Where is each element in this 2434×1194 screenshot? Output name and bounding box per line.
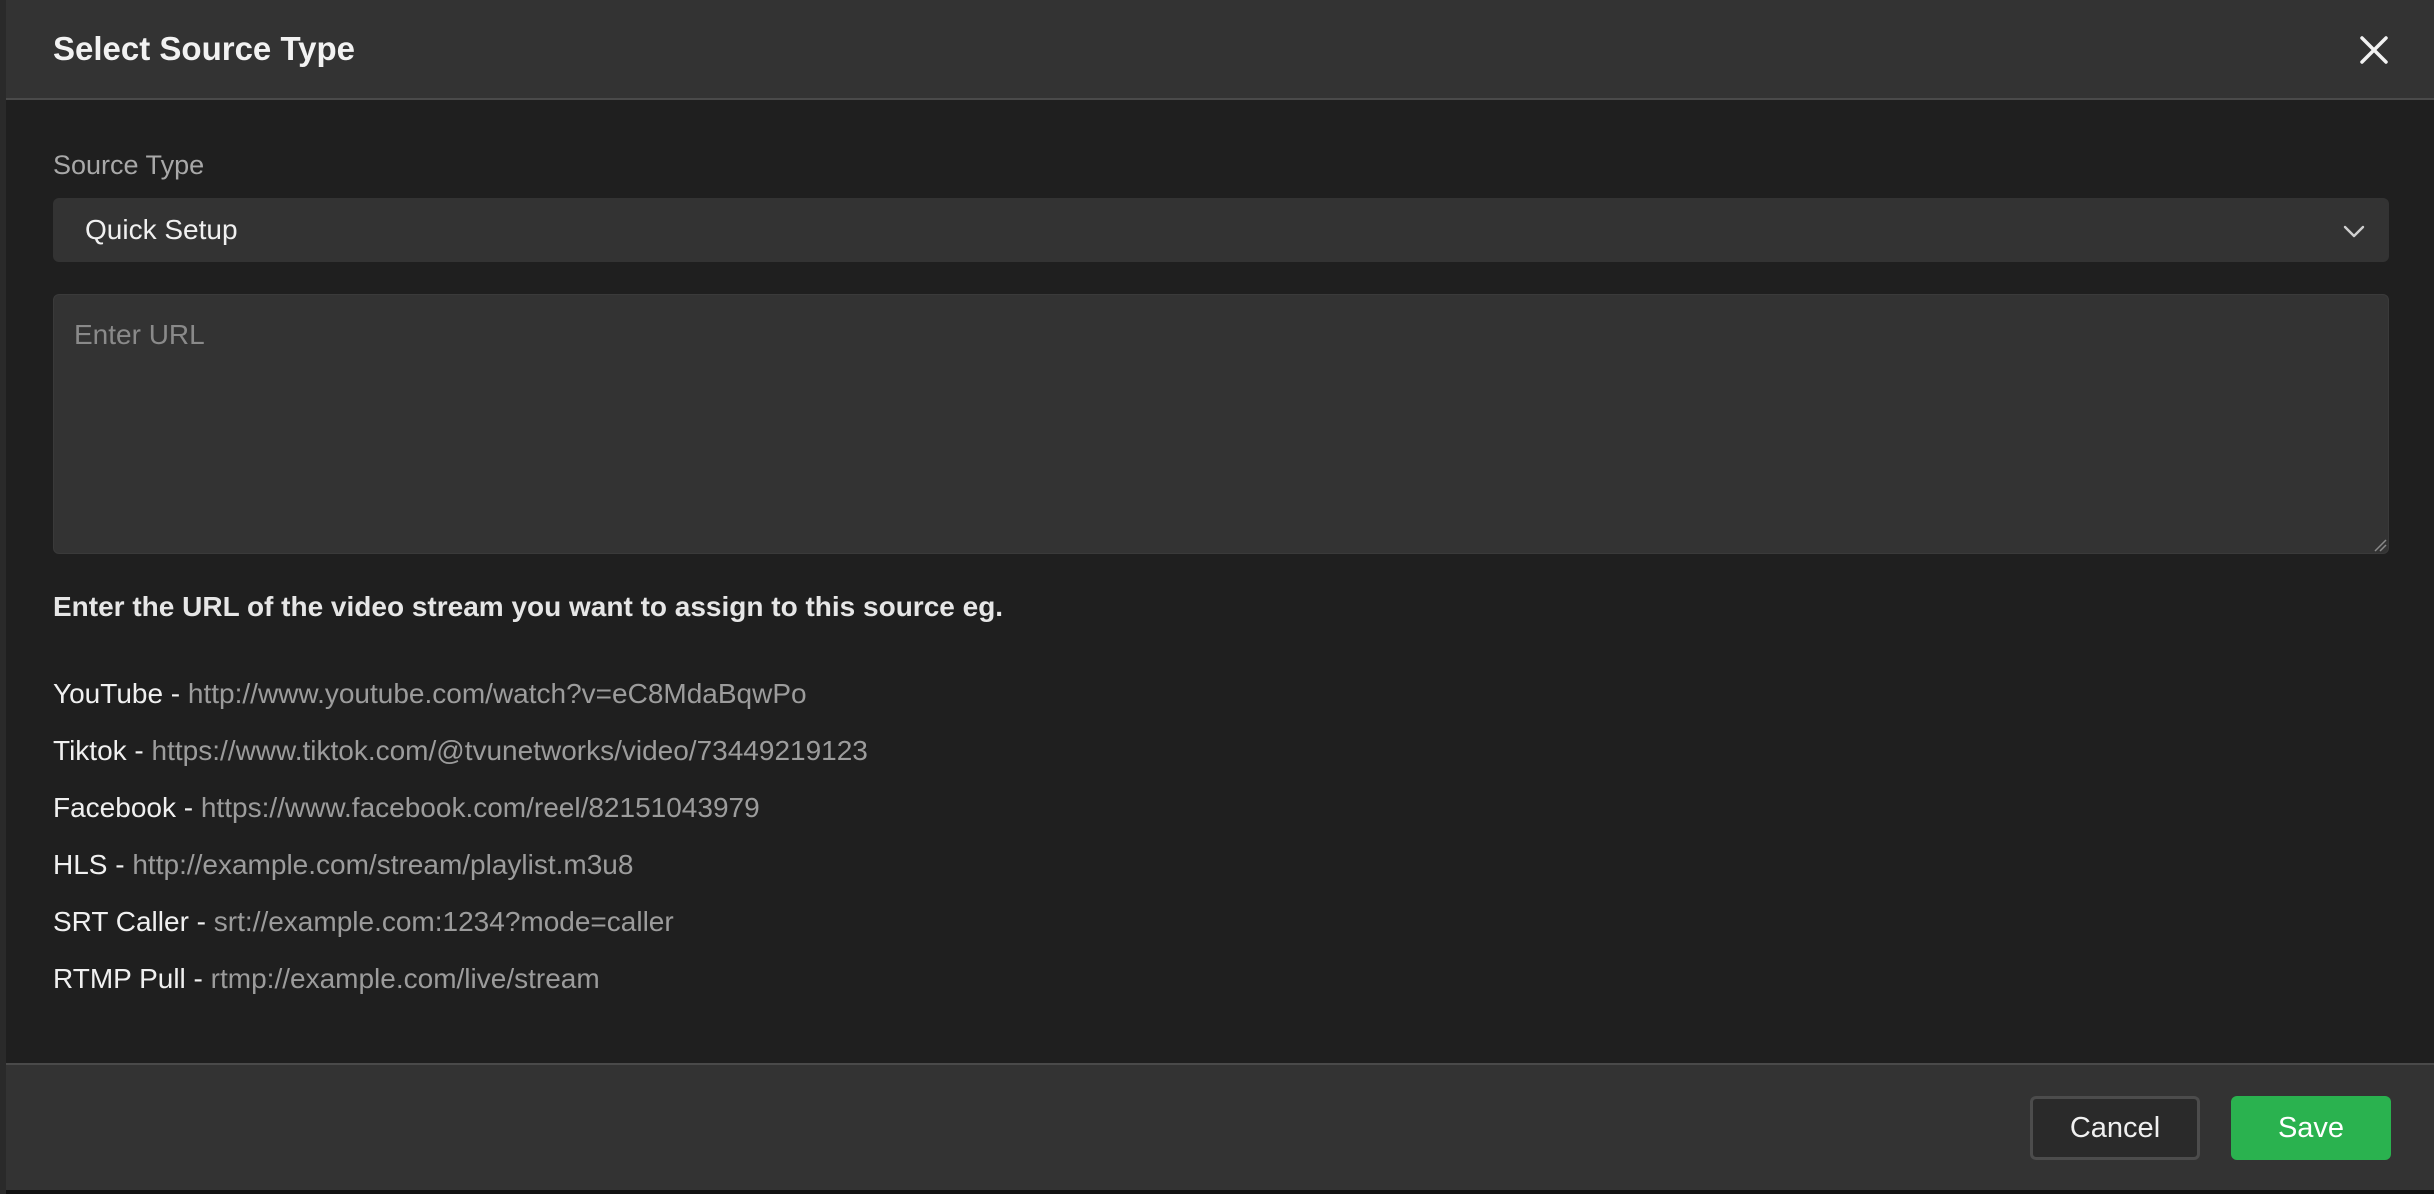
dialog-footer: Cancel Save (6, 1063, 2434, 1190)
source-type-selected-value: Quick Setup (85, 214, 238, 245)
example-url: https://www.facebook.com/reel/8215104397… (200, 792, 760, 823)
example-item: HLS - http://example.com/stream/playlist… (53, 849, 634, 880)
cancel-button[interactable]: Cancel (2030, 1096, 2200, 1160)
select-source-type-dialog: Select Source Type Source Type Quick Set… (6, 0, 2434, 1190)
example-name: Tiktok (53, 735, 127, 766)
chevron-down-icon (2343, 225, 2365, 238)
dialog-header: Select Source Type (6, 0, 2434, 100)
example-url: srt://example.com:1234?mode=caller (213, 906, 674, 937)
example-name: Facebook (53, 792, 176, 823)
dialog-title: Select Source Type (53, 30, 356, 67)
close-icon (2360, 36, 2388, 64)
example-url: http://example.com/stream/playlist.m3u8 (132, 849, 634, 880)
example-item: RTMP Pull - rtmp://example.com/live/stre… (53, 963, 600, 994)
source-type-select[interactable]: Quick Setup (53, 198, 2389, 262)
help-title: Enter the URL of the video stream you wa… (53, 591, 1004, 622)
close-button[interactable] (2354, 30, 2394, 70)
resize-handle-icon[interactable] (2373, 538, 2387, 552)
example-list: YouTube - http://www.youtube.com/watch?v… (53, 678, 868, 1020)
example-name: SRT Caller (53, 906, 189, 937)
example-url: http://www.youtube.com/watch?v=eC8MdaBqw… (187, 678, 807, 709)
example-item: Tiktok - https://www.tiktok.com/@tvunetw… (53, 735, 868, 766)
example-item: Facebook - https://www.facebook.com/reel… (53, 792, 760, 823)
example-name: RTMP Pull (53, 963, 186, 994)
url-input[interactable] (53, 294, 2389, 554)
example-item: YouTube - http://www.youtube.com/watch?v… (53, 678, 807, 709)
save-button[interactable]: Save (2231, 1096, 2391, 1160)
example-item: SRT Caller - srt://example.com:1234?mode… (53, 906, 674, 937)
example-name: HLS (53, 849, 108, 880)
example-url: rtmp://example.com/live/stream (210, 963, 600, 994)
source-type-label: Source Type (53, 150, 205, 180)
example-url: https://www.tiktok.com/@tvunetworks/vide… (151, 735, 868, 766)
example-name: YouTube (53, 678, 164, 709)
